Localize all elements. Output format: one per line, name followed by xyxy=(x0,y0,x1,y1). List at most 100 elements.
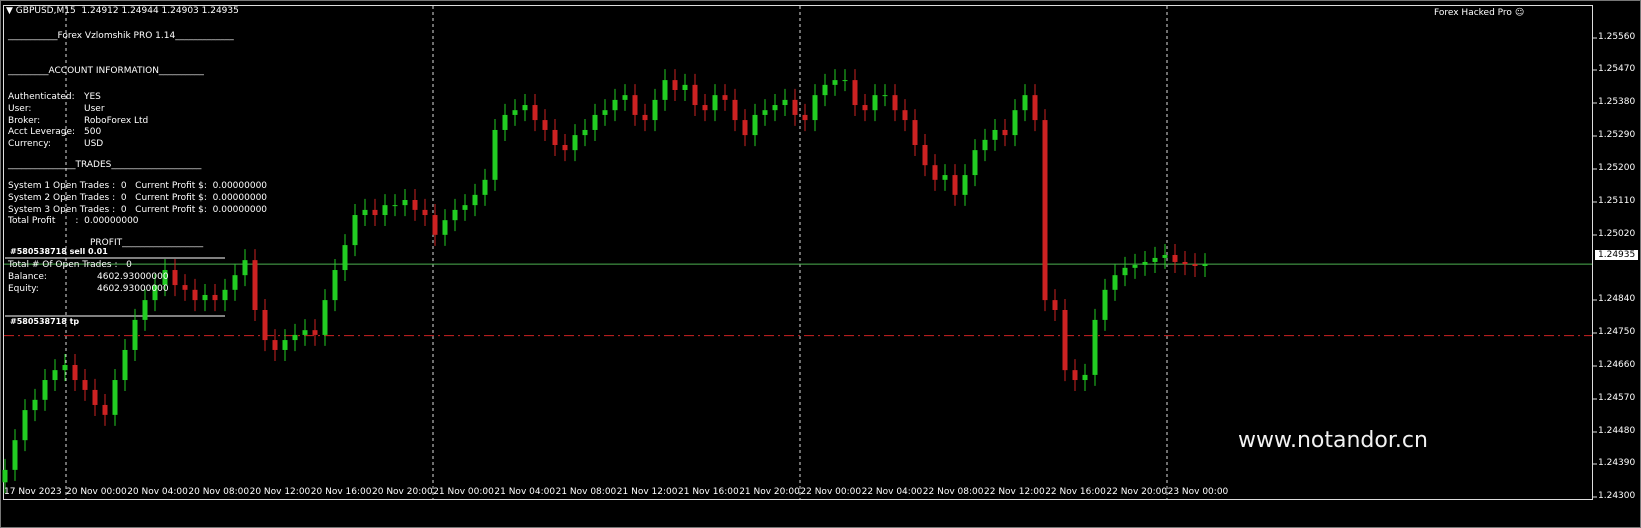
time-axis-label: 21 Nov 04:00 xyxy=(494,487,556,497)
tp-order-label[interactable]: #580538718 tp xyxy=(10,316,79,327)
time-axis-label: 21 Nov 20:00 xyxy=(739,487,800,497)
candle-body xyxy=(442,220,448,235)
candle-body xyxy=(1072,370,1078,381)
price-axis-label: 1.25200 xyxy=(1598,163,1636,173)
candle-body xyxy=(872,95,878,111)
account-row: Broker: RoboForex Ltd xyxy=(8,116,148,127)
price-axis-label: 1.25470 xyxy=(1598,64,1636,74)
candle-body xyxy=(1142,261,1148,265)
label: Broker: xyxy=(8,116,41,126)
candle-body xyxy=(382,205,388,216)
candle-body xyxy=(202,294,208,301)
candle-body xyxy=(812,95,818,121)
price-axis-label: 1.24750 xyxy=(1598,327,1636,337)
equity-value: 4602.93000000 xyxy=(97,284,169,294)
candle-body xyxy=(552,129,558,145)
current-price-tag: 1.24935 xyxy=(1595,250,1639,260)
price-axis-label: 1.24390 xyxy=(1598,458,1636,468)
price-axis-label: 1.24840 xyxy=(1598,294,1636,304)
time-axis-label: 20 Nov 16:00 xyxy=(310,487,372,497)
candle-body xyxy=(302,330,308,335)
candle-body xyxy=(852,80,858,106)
candle-body xyxy=(1012,110,1018,136)
candle-body xyxy=(462,205,468,210)
symbol-header[interactable]: ▼ GBPUSD,M15 1.24912 1.24944 1.24903 1.2… xyxy=(6,6,239,17)
label: Currency: xyxy=(8,139,51,149)
candle-body xyxy=(222,289,228,301)
candle-body xyxy=(1112,275,1118,290)
candle-body xyxy=(1162,255,1168,258)
candle-body xyxy=(252,260,258,310)
candle-body xyxy=(82,380,88,390)
candle-body xyxy=(352,215,358,246)
candle-body xyxy=(692,84,698,106)
price-axis-label: 1.25380 xyxy=(1598,97,1636,107)
candle-body xyxy=(422,209,428,216)
candle-body xyxy=(182,285,188,290)
candle-body xyxy=(122,349,128,381)
time-axis-label: 21 Nov 08:00 xyxy=(555,487,617,497)
time-axis-label: 21 Nov 00:00 xyxy=(433,487,494,497)
candle-body xyxy=(962,175,968,195)
candle-body xyxy=(1202,264,1208,266)
candle-body xyxy=(62,365,68,371)
candle-body xyxy=(1042,120,1048,301)
ea-label: Forex Hacked Pro xyxy=(1434,8,1512,18)
candle-body xyxy=(212,294,218,301)
candle-body xyxy=(652,99,658,121)
candle-body xyxy=(772,105,778,111)
candle-body xyxy=(1172,255,1178,262)
candle-body xyxy=(512,110,518,115)
value: YES xyxy=(84,92,101,102)
balance-label: Balance: xyxy=(8,272,47,282)
candle-body xyxy=(432,215,438,235)
candle-body xyxy=(272,340,278,350)
open-trades-count: Total # Of Open Trades : 0 xyxy=(8,260,132,270)
price-axis-label: 1.24660 xyxy=(1598,360,1636,370)
candle-body xyxy=(602,110,608,115)
candle-body xyxy=(632,95,638,115)
candle-body xyxy=(472,194,478,206)
time-axis-label: 20 Nov 04:00 xyxy=(127,487,188,497)
system-row: System 1 Open Trades : 0 Current Profit … xyxy=(8,181,268,191)
candle-body xyxy=(752,114,758,136)
system-row: System 3 Open Trades : 0 Current Profit … xyxy=(8,205,268,215)
candle-body xyxy=(722,95,728,100)
account-header: _________ACCOUNT INFORMATION__________ xyxy=(8,66,204,76)
candle-body xyxy=(72,365,78,381)
account-row: Currency: USD xyxy=(8,139,103,150)
time-axis-label: 22 Nov 00:00 xyxy=(800,487,862,497)
candle-body xyxy=(1002,129,1008,136)
candle-body xyxy=(732,99,738,121)
time-axis-label: 17 Nov 2023 xyxy=(4,487,62,497)
candle-body xyxy=(662,80,668,100)
time-axis-label: 21 Nov 16:00 xyxy=(678,487,739,497)
candle-body xyxy=(412,200,418,210)
candle-body xyxy=(132,319,138,350)
candle-body xyxy=(322,300,328,335)
dropdown-triangle-icon[interactable]: ▼ xyxy=(6,6,13,16)
candle-body xyxy=(362,209,368,216)
value: RoboForex Ltd xyxy=(84,116,149,126)
candle-body xyxy=(822,84,828,96)
candle-body xyxy=(292,334,298,341)
candle-body xyxy=(562,145,568,151)
label: Authenticated: xyxy=(8,92,75,102)
time-axis-label: 20 Nov 20:00 xyxy=(372,487,433,497)
candle-body xyxy=(972,150,978,176)
candle-body xyxy=(1022,95,1028,111)
candle-body xyxy=(2,469,8,483)
candle-body xyxy=(342,245,348,271)
time-axis-label: 22 Nov 12:00 xyxy=(984,487,1045,497)
candle-body xyxy=(912,120,918,145)
candle-body xyxy=(232,275,238,290)
candle-body xyxy=(52,370,58,381)
candle-body xyxy=(682,84,688,90)
equity-label: Equity: xyxy=(8,284,39,294)
candle-body xyxy=(672,80,678,90)
candle-body xyxy=(12,440,18,470)
sell-order-label[interactable]: #580538718 sell 0.01 xyxy=(10,246,108,257)
candle-body xyxy=(762,110,768,115)
time-axis-label: 22 Nov 16:00 xyxy=(1045,487,1106,497)
time-axis-label: 20 Nov 12:00 xyxy=(249,487,311,497)
